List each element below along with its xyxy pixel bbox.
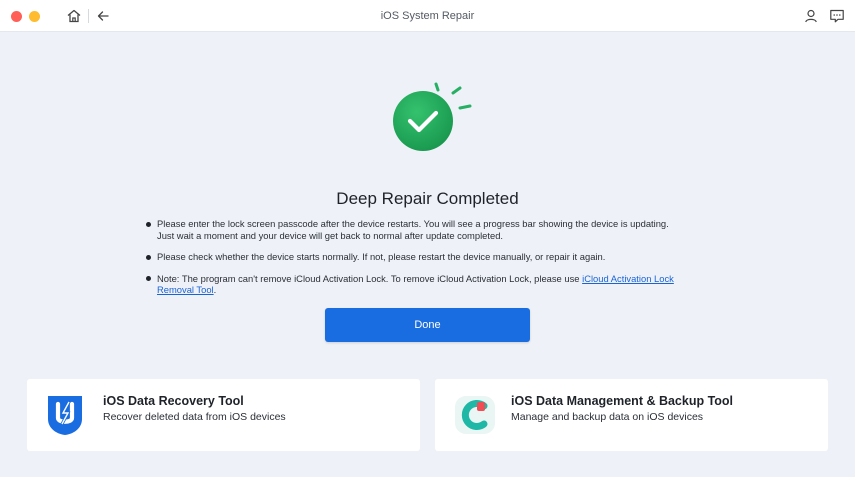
done-button[interactable]: Done [325, 308, 530, 342]
bullet-text: Note: The program can't remove iCloud Ac… [157, 272, 583, 284]
window-title: iOS System Repair [380, 10, 475, 22]
instructions-list: Please enter the lock screen passcode af… [146, 218, 726, 306]
data-recovery-tool-card[interactable]: iOS Data Recovery Tool Recover deleted d… [27, 379, 420, 451]
checkmark-icon [388, 82, 472, 154]
list-item: Note: The program can't remove iCloud Ac… [146, 273, 726, 296]
data-management-logo-icon [453, 393, 495, 437]
tool-title: iOS Data Management & Backup Tool [511, 394, 734, 408]
list-item: Please check whether the device starts n… [146, 251, 726, 263]
page-title: Deep Repair Completed [336, 189, 519, 208]
data-management-tool-card[interactable]: iOS Data Management & Backup Tool Manage… [435, 379, 828, 451]
tool-title: iOS Data Recovery Tool [103, 394, 244, 408]
feedback-icon[interactable] [829, 8, 845, 24]
data-recovery-logo-icon [45, 393, 85, 437]
tool-description: Recover deleted data from iOS devices [103, 411, 286, 423]
bullet-text: Just wait a moment and your device will … [157, 229, 504, 241]
bullet-text: Please check whether the device starts n… [157, 251, 606, 262]
user-icon[interactable] [803, 8, 819, 24]
title-bar: iOS System Repair [0, 0, 855, 32]
tool-description: Manage and backup data on iOS devices [511, 411, 704, 423]
bullet-text: Please enter the lock screen passcode af… [157, 218, 669, 229]
list-item: Please enter the lock screen passcode af… [146, 218, 726, 241]
